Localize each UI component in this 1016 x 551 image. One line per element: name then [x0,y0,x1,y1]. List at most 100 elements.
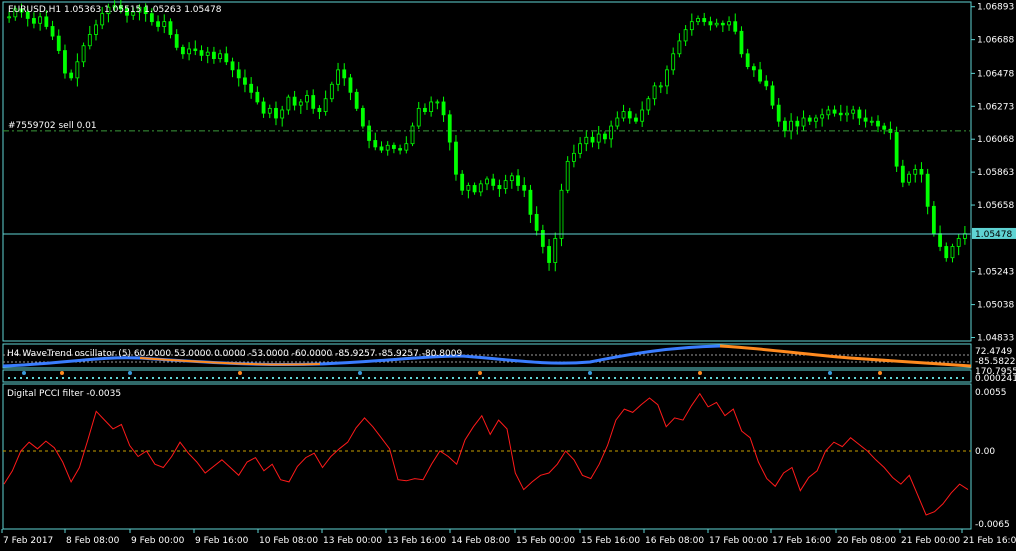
candle-body [596,133,601,143]
candle-body [913,168,918,175]
candle-body [429,101,434,112]
mtf-dot [902,377,904,379]
mtf-dot [632,377,634,379]
candle-body [286,96,291,111]
price-tick-label: 1.06893 [977,3,1014,13]
mtf-dot [776,377,778,379]
mtf-dot [74,377,76,379]
candle-body [845,112,849,116]
candle-body [311,95,316,109]
candle-body [243,77,247,85]
candle-body [94,24,98,35]
candle-body [640,109,645,122]
price-tick-label: 1.06068 [977,135,1014,145]
mtf-dot [716,377,718,379]
candle-body [770,85,775,106]
mtf-dot [50,377,52,379]
candle-body [814,117,818,122]
time-tick-label: 20 Feb 08:00 [837,536,896,546]
candle-body [658,85,663,88]
mtf-marker [478,371,482,375]
mtf-dot [272,377,274,379]
candle-body [851,109,856,114]
mtf-dot [362,377,364,379]
bid-badge-text: 1.05478 [975,230,1012,240]
time-tick-label: 15 Feb 00:00 [516,536,575,546]
mtf-dot [284,377,286,379]
mtf-dot [242,377,244,379]
mtf-dot [548,377,550,379]
candle-body [7,16,12,19]
mtf-marker [588,371,592,375]
mtf-dot [536,377,538,379]
mtf-dot [500,377,502,379]
mtf-dot [452,377,454,379]
mtf-dot [752,377,754,379]
candle-body [267,107,272,114]
mtf-dot [344,377,346,379]
mtf-dot [392,377,394,379]
mtf-marker [878,371,882,375]
mtf-tick-bottom: 0.00024165 [975,374,1016,384]
candle-body [727,21,731,26]
mtf-dot [608,377,610,379]
candle-body [367,125,371,141]
mtf-dot [614,377,616,379]
mtf-dot [956,377,958,379]
candle-body [671,53,676,71]
candle-body [342,69,347,79]
mtf-dot [620,377,622,379]
mtf-dot [26,377,28,379]
mtf-dot [746,377,748,379]
mtf-marker [128,371,132,375]
terminal-chart[interactable]: #7559702 sell 0.01 EURUSD,H1 1.05363 1.0… [0,0,1016,551]
mtf-dot [302,377,304,379]
mtf-dot [758,377,760,379]
mtf-dot [644,377,646,379]
candle-body [218,53,223,59]
mtf-dot [944,377,946,379]
candle-body [925,173,930,207]
mtf-dot [20,377,22,379]
mtf-dot [812,377,814,379]
mtf-marker [60,371,64,375]
mtf-dot [206,377,208,379]
mtf-dot [734,377,736,379]
mtf-dot [518,377,520,379]
symbol-header: EURUSD,H1 1.05363 1.05515 1.05263 1.0547… [8,5,222,15]
mtf-dot [380,377,382,379]
price-tick-label: 1.05038 [977,301,1014,311]
mtf-marker [358,371,362,375]
pcci-tick-bottom: -0.0065 [975,520,1010,530]
mtf-dot [230,377,232,379]
candle-body [540,230,545,247]
time-tick-label: 17 Feb 00:00 [709,536,768,546]
mtf-dot [494,377,496,379]
mtf-dot [860,377,862,379]
candle-body [745,53,750,68]
mtf-dot [692,377,694,379]
candle-body [261,101,266,114]
mtf-dot [830,377,832,379]
mtf-dot [866,377,868,379]
mtf-dot [200,377,202,379]
time-tick-label: 7 Feb 2017 [3,536,53,546]
candle-body [876,120,880,127]
candle-body [801,117,806,127]
candle-body [478,183,483,193]
candle-body [329,83,334,100]
candle-body [168,21,173,35]
candle-body [447,114,452,143]
candle-body [938,233,942,247]
mtf-dot [674,377,676,379]
candle-body [193,48,198,51]
mtf-dot [170,377,172,379]
candle-body [646,98,651,111]
candle-body [677,40,682,55]
mtf-dot [524,377,526,379]
candle-body [907,173,911,183]
time-tick-label: 14 Feb 08:00 [451,536,510,546]
candle-body [857,109,862,119]
mtf-dot [566,377,568,379]
mtf-dot [788,377,790,379]
